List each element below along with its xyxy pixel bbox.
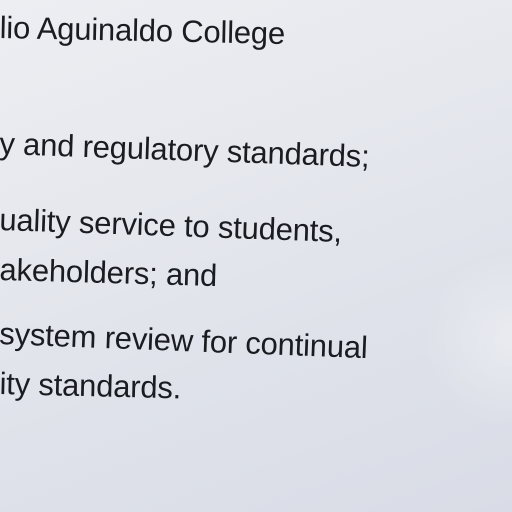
document-line: ity standards. <box>0 366 182 406</box>
document-line: akeholders; and <box>0 252 218 294</box>
document-header: lio Aguinaldo College <box>0 10 286 51</box>
document-line: system review for continual <box>0 316 369 366</box>
document-line: y and regulatory standards; <box>0 126 371 174</box>
document-line: uality service to students, <box>0 202 343 249</box>
light-glare <box>422 250 512 430</box>
document-photo: lio Aguinaldo College y and regulatory s… <box>0 0 512 512</box>
